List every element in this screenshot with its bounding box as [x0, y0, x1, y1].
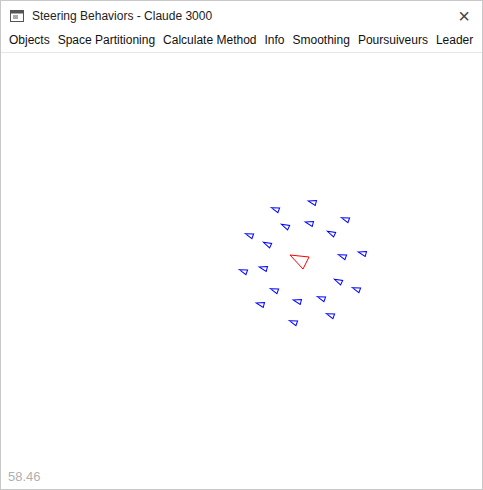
- pursuer-agent: [337, 252, 346, 259]
- pursuer-agent: [357, 250, 366, 257]
- pursuer-agent: [262, 240, 271, 248]
- pursuer-agent: [292, 298, 301, 305]
- title-bar: Steering Behaviors - Claude 3000×: [1, 1, 482, 31]
- pursuer-agent: [244, 231, 253, 238]
- simulation-canvas: 58.46: [1, 53, 482, 489]
- close-button[interactable]: ×: [454, 6, 474, 26]
- pursuer-agent: [258, 265, 267, 272]
- menu-bar: ObjectsSpace PartitioningCalculate Metho…: [1, 31, 482, 53]
- pursuer-agent: [326, 229, 335, 237]
- agents-drawing: [1, 53, 483, 475]
- pursuer-agent: [238, 267, 247, 274]
- menu-item[interactable]: Space Partitioning: [54, 31, 159, 50]
- window-title: Steering Behaviors - Claude 3000: [32, 7, 454, 25]
- menu-item[interactable]: Calculate Method: [159, 31, 260, 50]
- menu-item[interactable]: Objects: [5, 31, 54, 50]
- pursuer-agent: [304, 220, 313, 227]
- app-window: Steering Behaviors - Claude 3000×Objects…: [0, 0, 483, 490]
- pursuer-agent: [288, 318, 297, 325]
- app-icon: [10, 10, 24, 22]
- pursuer-agent: [280, 222, 289, 230]
- pursuer-agent: [340, 215, 349, 222]
- menu-item[interactable]: Poursuiveurs: [354, 31, 432, 50]
- menu-item[interactable]: Info: [260, 31, 288, 50]
- leader-agent: [290, 255, 309, 269]
- pursuer-agent: [325, 311, 334, 318]
- menu-item[interactable]: Leader: [432, 31, 477, 50]
- pursuer-agent: [351, 285, 360, 292]
- menu-item[interactable]: Smoothing: [289, 31, 354, 50]
- pursuer-agent: [269, 286, 278, 293]
- pursuer-agent: [255, 301, 264, 308]
- pursuer-agent: [307, 199, 316, 206]
- pursuer-agent: [316, 294, 325, 301]
- fps-counter: 58.46: [8, 467, 41, 487]
- pursuer-agent: [270, 205, 279, 212]
- pursuer-agent: [333, 277, 342, 285]
